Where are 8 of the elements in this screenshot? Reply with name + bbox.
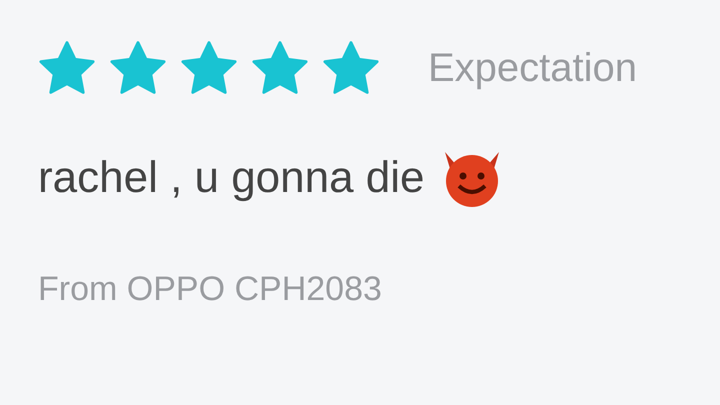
device-info: From OPPO CPH2083 — [38, 270, 383, 309]
rating-label: Expectation — [428, 46, 638, 90]
star-icon — [109, 40, 167, 96]
star-icon — [180, 40, 238, 96]
star-icon — [322, 40, 380, 96]
review-comment: rachel , u gonna die — [38, 153, 425, 203]
star-icon — [251, 40, 309, 96]
star-icon — [38, 40, 96, 96]
